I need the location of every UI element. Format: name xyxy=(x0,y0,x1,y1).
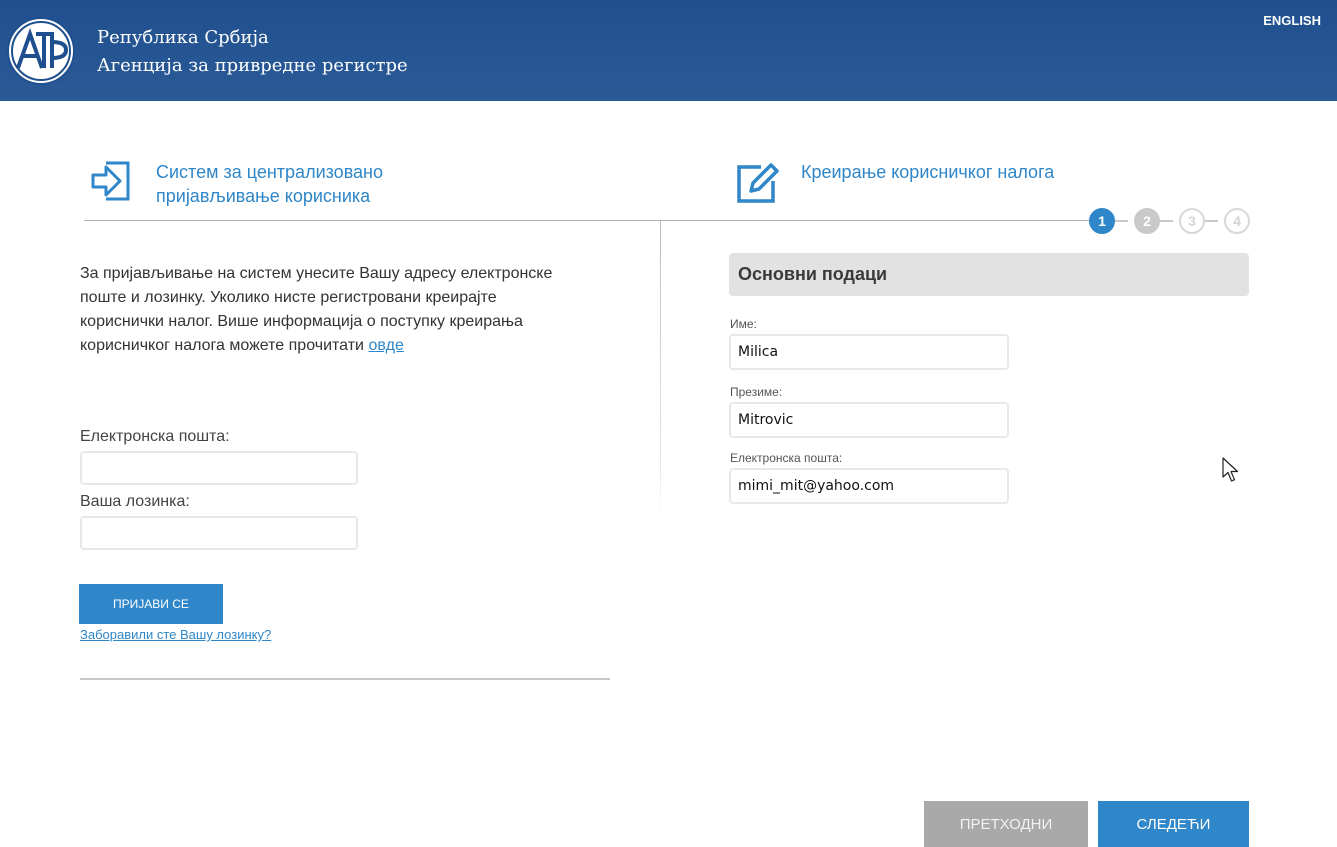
login-section-title: Систем за централизовано пријављивање ко… xyxy=(156,162,384,206)
registration-email-input[interactable] xyxy=(729,468,1009,504)
forgot-password-link[interactable]: Заборавили сте Вашу лозинку? xyxy=(80,627,271,642)
org-country: Република Србија xyxy=(97,27,269,48)
first-name-label: Име: xyxy=(730,317,757,331)
section-divider-horizontal xyxy=(84,220,1094,221)
basic-data-header: Основни подаци xyxy=(729,253,1249,296)
login-bottom-divider xyxy=(80,678,610,680)
login-password-label: Ваша лозинка: xyxy=(80,493,190,510)
step-3: 3 xyxy=(1179,208,1205,234)
step-4: 4 xyxy=(1224,208,1250,234)
login-email-input[interactable] xyxy=(80,451,358,485)
step-1: 1 xyxy=(1089,208,1115,234)
login-instructions-text: За пријављивање на систем унесите Вашу а… xyxy=(80,265,553,354)
language-switch-link[interactable]: ENGLISH xyxy=(1263,13,1321,28)
login-password-input[interactable] xyxy=(80,516,358,550)
login-button[interactable]: ПРИЈАВИ СЕ xyxy=(79,584,223,624)
login-instructions: За пријављивање на систем унесите Вашу а… xyxy=(80,262,570,358)
step-indicator: 1 2 3 4 xyxy=(1089,208,1251,236)
next-button[interactable]: СЛЕДЕЋИ xyxy=(1098,801,1249,847)
apr-logo-icon xyxy=(7,17,75,85)
previous-button[interactable]: ПРЕТХОДНИ xyxy=(924,801,1088,847)
site-header: Република Србија Агенција за привредне р… xyxy=(0,0,1337,101)
step-connector xyxy=(1159,220,1173,222)
step-2: 2 xyxy=(1134,208,1160,234)
last-name-label: Презиме: xyxy=(730,385,783,399)
first-name-input[interactable] xyxy=(729,334,1009,370)
edit-pencil-icon xyxy=(737,163,779,203)
registration-email-label: Електронска пошта: xyxy=(730,451,843,465)
section-divider-vertical xyxy=(660,221,661,521)
sign-in-arrow-icon xyxy=(91,161,130,201)
last-name-input[interactable] xyxy=(729,402,1009,438)
step-connector xyxy=(1114,220,1128,222)
mouse-pointer-icon xyxy=(1222,457,1239,482)
login-email-label: Електронска пошта: xyxy=(80,428,230,445)
step-connector xyxy=(1204,220,1218,222)
basic-data-title: Основни подаци xyxy=(738,264,888,284)
registration-section-title: Креирање корисничког налога xyxy=(801,162,1055,182)
more-info-link[interactable]: овде xyxy=(368,337,403,354)
org-name: Агенција за привредне регистре xyxy=(97,55,408,76)
